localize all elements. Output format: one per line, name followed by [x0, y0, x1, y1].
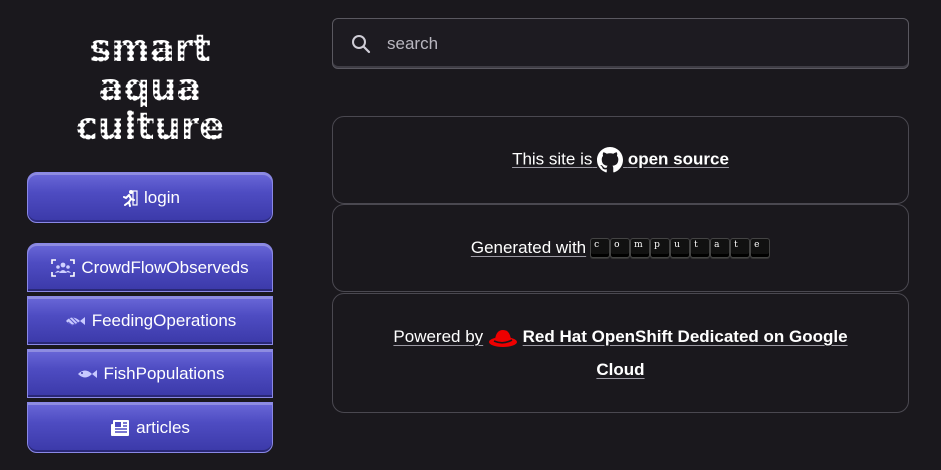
generated-with-text[interactable]: Generated with — [471, 238, 586, 258]
powered-link-line2: Cloud — [596, 360, 645, 379]
powered-link-line1: Red Hat OpenShift Dedicated on Google — [522, 327, 848, 346]
generated-with-card: Generated with c o m p u t a t e — [332, 204, 909, 292]
redhat-icon — [488, 327, 518, 349]
computate-key: a — [710, 238, 731, 258]
computate-key: c — [590, 238, 611, 258]
sidebar-item-feedingoperations[interactable]: FeedingOperations — [27, 296, 273, 345]
computate-logo[interactable]: c o m p u t a t e — [590, 238, 771, 258]
sidebar-item-crowdflowobserveds[interactable]: CrowdFlowObserveds — [27, 243, 273, 292]
fish-food-icon — [64, 314, 86, 328]
open-source-prefix: This site is — [512, 149, 593, 169]
github-icon — [597, 147, 624, 173]
site-logo[interactable]: smart aqua culture — [75, 24, 225, 150]
powered-by-text[interactable]: Powered by Red Hat OpenShift Dedicated o… — [393, 320, 847, 386]
open-source-text[interactable]: This site is open source — [512, 147, 729, 173]
computate-key: o — [610, 238, 631, 258]
sidebar-menu: CrowdFlowObserveds FeedingOperations Fis… — [27, 243, 273, 454]
computate-key: t — [730, 238, 751, 258]
login-label: login — [144, 187, 180, 207]
login-button[interactable]: login — [27, 172, 273, 223]
people-scan-icon — [51, 258, 76, 277]
powered-prefix: Powered by — [393, 327, 484, 346]
generated-prefix: Generated with — [470, 238, 587, 257]
running-person-icon — [120, 189, 138, 207]
computate-key: u — [670, 238, 691, 258]
search-bar[interactable] — [332, 18, 909, 69]
newspaper-icon — [110, 419, 130, 437]
sidebar-item-articles[interactable]: articles — [27, 402, 273, 453]
sidebar-item-label: articles — [136, 417, 190, 437]
open-source-card: This site is open source — [332, 116, 909, 204]
sidebar-item-label: FishPopulations — [103, 363, 225, 383]
computate-key: e — [750, 238, 771, 258]
search-input[interactable] — [387, 33, 867, 54]
logo-line-3: culture — [75, 104, 225, 148]
sidebar-item-fishpopulations[interactable]: FishPopulations — [27, 349, 273, 398]
logo-line-2: aqua — [98, 65, 202, 109]
sidebar-item-label: CrowdFlowObserveds — [81, 257, 249, 277]
computate-key: t — [690, 238, 711, 258]
logo-line-1: smart — [89, 26, 211, 70]
open-source-link: open source — [627, 149, 729, 169]
sidebar-item-label: FeedingOperations — [91, 310, 237, 330]
computate-key: p — [650, 238, 671, 258]
search-icon — [351, 34, 371, 54]
fish-icon — [76, 367, 98, 381]
computate-key: m — [630, 238, 651, 258]
powered-by-card: Powered by Red Hat OpenShift Dedicated o… — [332, 293, 909, 413]
